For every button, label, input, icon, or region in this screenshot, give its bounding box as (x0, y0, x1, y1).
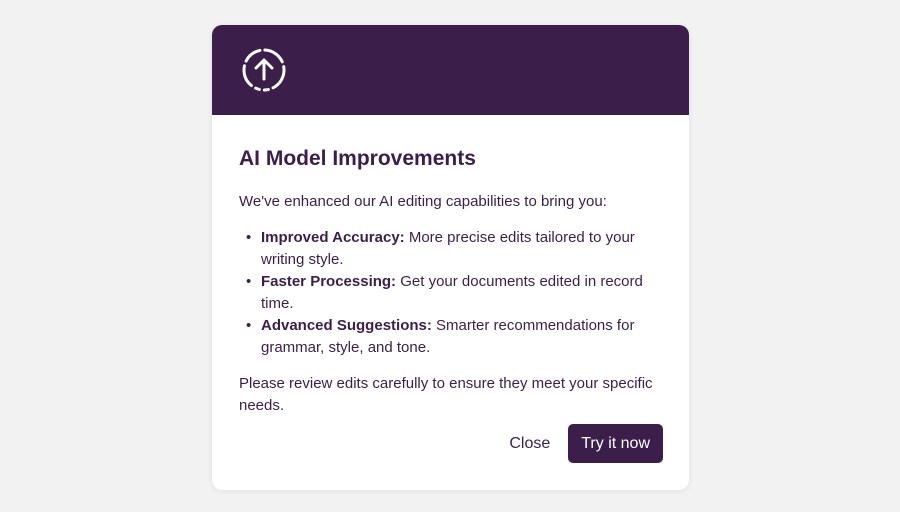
feature-item: • Improved Accuracy: More precise edits … (246, 227, 662, 271)
dialog-intro: We've enhanced our AI editing capabiliti… (239, 193, 607, 210)
close-button[interactable]: Close (509, 435, 550, 453)
feature-item: • Advanced Suggestions: Smarter recommen… (246, 315, 662, 359)
feature-label: Improved Accuracy: (261, 229, 405, 246)
dialog-header (212, 25, 689, 115)
feature-list: • Improved Accuracy: More precise edits … (239, 227, 662, 359)
feature-item: • Faster Processing: Get your documents … (246, 271, 662, 315)
dialog-note: Please review edits carefully to ensure … (239, 375, 653, 414)
dialog-body: AI Model Improvements We've enhanced our… (212, 115, 689, 417)
dialog-title: AI Model Improvements (239, 147, 476, 170)
bullet: • (246, 317, 252, 334)
dialog-actions: Close Try it now (509, 424, 663, 463)
upload-arrow-circle-icon (242, 48, 286, 92)
feature-label: Faster Processing: (261, 273, 397, 290)
try-it-now-button[interactable]: Try it now (568, 424, 663, 463)
announcement-dialog: AI Model Improvements We've enhanced our… (212, 25, 689, 490)
bullet: • (246, 229, 252, 246)
bullet: • (246, 273, 252, 290)
feature-label: Advanced Suggestions: (261, 317, 432, 334)
